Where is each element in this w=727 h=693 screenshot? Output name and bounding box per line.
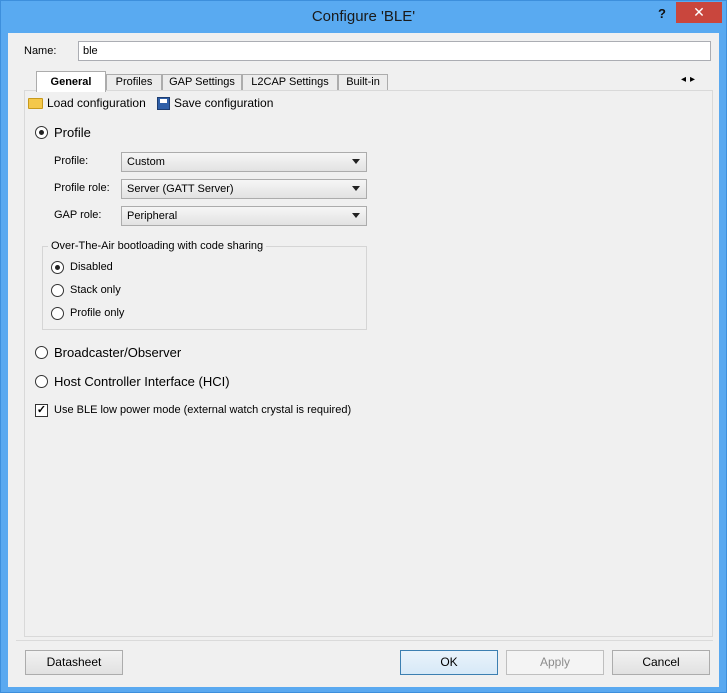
- profile-field-label: Profile:: [54, 155, 89, 167]
- folder-open-icon: [28, 97, 43, 109]
- profile-mode-label: Profile: [54, 125, 91, 140]
- low-power-label: Use BLE low power mode (external watch c…: [54, 404, 352, 416]
- ota-group-title: Over-The-Air bootloading with code shari…: [48, 240, 267, 252]
- tab-built-in[interactable]: Built-in: [338, 74, 388, 91]
- load-configuration-button[interactable]: Load configuration: [28, 96, 146, 110]
- footer-divider: [16, 640, 713, 641]
- help-button[interactable]: ?: [649, 4, 675, 24]
- profile-role-select[interactable]: Server (GATT Server): [121, 179, 367, 199]
- hci-label: Host Controller Interface (HCI): [54, 374, 230, 389]
- save-configuration-label: Save configuration: [174, 96, 274, 110]
- gap-role-value: Peripheral: [127, 210, 178, 222]
- profile-mode-radio[interactable]: [35, 126, 48, 139]
- hci-radio[interactable]: [35, 375, 48, 388]
- datasheet-button[interactable]: Datasheet: [25, 650, 123, 675]
- dialog-title: Configure 'BLE': [311, 8, 416, 25]
- configure-dialog: Configure 'BLE' ? ✕ Name: General Profil…: [0, 0, 727, 693]
- tab-profiles[interactable]: Profiles: [106, 74, 162, 91]
- title-bar[interactable]: Configure 'BLE' ? ✕: [1, 1, 726, 33]
- tab-l2cap-settings[interactable]: L2CAP Settings: [242, 74, 338, 91]
- profile-role-label: Profile role:: [54, 182, 110, 194]
- apply-button[interactable]: Apply: [506, 650, 604, 675]
- gap-role-select[interactable]: Peripheral: [121, 206, 367, 226]
- tab-scroll-buttons: ◂▸: [681, 74, 699, 85]
- chevron-down-icon: [352, 213, 360, 218]
- ota-disabled-label: Disabled: [70, 261, 113, 273]
- profile-select[interactable]: Custom: [121, 152, 367, 172]
- name-input[interactable]: [78, 41, 711, 61]
- tab-scroll-right-icon[interactable]: ▸: [690, 74, 699, 85]
- ota-disabled-radio[interactable]: [51, 261, 64, 274]
- save-configuration-button[interactable]: Save configuration: [157, 96, 273, 110]
- ota-stack-only-label: Stack only: [70, 284, 121, 296]
- tab-scroll-left-icon[interactable]: ◂: [681, 74, 690, 85]
- broadcaster-observer-radio[interactable]: [35, 346, 48, 359]
- low-power-checkbox[interactable]: ✓: [35, 404, 48, 417]
- gap-role-label: GAP role:: [54, 209, 102, 221]
- dialog-body: Name: General Profiles GAP Settings L2CA…: [8, 33, 719, 687]
- tab-gap-settings[interactable]: GAP Settings: [162, 74, 242, 91]
- chevron-down-icon: [352, 159, 360, 164]
- close-button[interactable]: ✕: [676, 2, 722, 23]
- load-configuration-label: Load configuration: [47, 96, 146, 110]
- ok-button[interactable]: OK: [400, 650, 498, 675]
- profile-select-value: Custom: [127, 156, 165, 168]
- ota-stack-only-radio[interactable]: [51, 284, 64, 297]
- chevron-down-icon: [352, 186, 360, 191]
- tab-general[interactable]: General: [36, 71, 106, 92]
- ota-profile-only-radio[interactable]: [51, 307, 64, 320]
- close-icon: ✕: [693, 4, 705, 20]
- general-tab-panel: Load configuration Save configuration Pr…: [24, 90, 713, 637]
- ota-profile-only-label: Profile only: [70, 307, 125, 319]
- cancel-button[interactable]: Cancel: [612, 650, 710, 675]
- name-label: Name:: [24, 45, 57, 57]
- floppy-disk-icon: [157, 96, 170, 110]
- checkmark-icon: ✓: [36, 404, 47, 416]
- broadcaster-observer-label: Broadcaster/Observer: [54, 345, 182, 360]
- profile-role-value: Server (GATT Server): [127, 183, 234, 195]
